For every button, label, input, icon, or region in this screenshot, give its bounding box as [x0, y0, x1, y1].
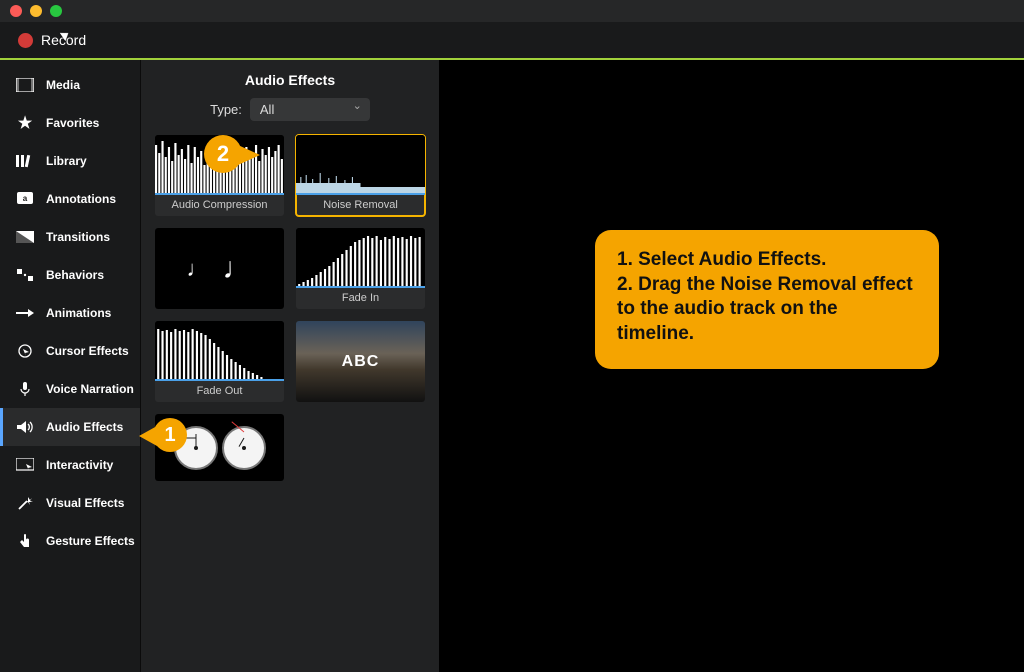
sidebar-item-label: Library	[46, 154, 87, 168]
sidebar: Media ★ Favorites Library a Annotations …	[0, 60, 141, 672]
zoom-window-button[interactable]	[50, 5, 62, 17]
cursor-effects-icon	[16, 342, 34, 360]
effects-type-select[interactable]: All	[250, 98, 370, 121]
sidebar-item-gesture-effects[interactable]: Gesture Effects	[0, 522, 140, 560]
step-number: 2	[217, 141, 229, 167]
sidebar-item-voice-narration[interactable]: Voice Narration	[0, 370, 140, 408]
effect-preview	[296, 135, 425, 195]
clock-icon	[222, 426, 266, 470]
sidebar-item-favorites[interactable]: ★ Favorites	[0, 104, 140, 142]
step-pointer-2: 2	[204, 135, 242, 173]
sidebar-item-behaviors[interactable]: Behaviors	[0, 256, 140, 294]
animations-icon	[16, 304, 34, 322]
sidebar-item-annotations[interactable]: a Annotations	[0, 180, 140, 218]
effect-preview: ABC	[296, 321, 425, 402]
effect-preview: ♩ ♩	[155, 228, 284, 309]
sidebar-item-label: Audio Effects	[46, 420, 123, 434]
sidebar-item-label: Interactivity	[46, 458, 113, 472]
effect-preview	[296, 228, 425, 288]
sidebar-item-media[interactable]: Media	[0, 66, 140, 104]
effect-label: Fade Out	[155, 381, 284, 402]
audio-effects-icon	[16, 418, 34, 436]
media-icon	[16, 76, 34, 94]
music-note-icon: ♩	[187, 256, 209, 282]
behaviors-icon	[16, 266, 34, 284]
instruction-callout: 1. Select Audio Effects. 2. Drag the Noi…	[595, 230, 939, 369]
sidebar-item-label: Voice Narration	[46, 382, 134, 396]
gesture-effects-icon	[16, 532, 34, 550]
library-icon	[16, 152, 34, 170]
effect-pitch[interactable]: ♩ ♩ Pitch	[155, 228, 284, 309]
effect-noise-removal[interactable]: ★ Noise Removal	[296, 135, 425, 216]
effects-type-label: Type:	[210, 102, 242, 117]
sidebar-item-label: Cursor Effects	[46, 344, 129, 358]
sidebar-item-label: Media	[46, 78, 80, 92]
effect-preview	[155, 321, 284, 381]
effects-type-filter: Type: All	[155, 98, 425, 121]
effects-panel: Audio Effects Type: All	[141, 60, 439, 672]
effect-label: Audio Compression	[155, 195, 284, 216]
sidebar-item-audio-effects[interactable]: Audio Effects	[0, 408, 140, 446]
sidebar-item-library[interactable]: Library	[0, 142, 140, 180]
instruction-line: 1. Select Audio Effects.	[617, 249, 826, 270]
sidebar-item-label: Favorites	[46, 116, 99, 130]
sidebar-item-animations[interactable]: Animations	[0, 294, 140, 332]
visual-effects-icon	[16, 494, 34, 512]
annotations-icon: a	[16, 190, 34, 208]
sidebar-item-cursor-effects[interactable]: Cursor Effects	[0, 332, 140, 370]
effect-label: Fade In	[296, 288, 425, 309]
star-icon: ★	[16, 114, 34, 132]
sidebar-item-label: Behaviors	[46, 268, 104, 282]
music-note-icon: ♩	[223, 252, 253, 286]
effect-fade-in[interactable]: Fade In	[296, 228, 425, 309]
window-titlebar	[0, 0, 1024, 22]
captions-preview-text: ABC	[342, 353, 380, 371]
svg-text:a: a	[23, 194, 28, 203]
effect-fade-out[interactable]: Fade Out	[155, 321, 284, 402]
sidebar-item-label: Visual Effects	[46, 496, 124, 510]
sidebar-item-label: Transitions	[46, 230, 110, 244]
transitions-icon	[16, 228, 34, 246]
instruction-line: 2. Drag the Noise Removal effect to the …	[617, 274, 913, 344]
sidebar-item-transitions[interactable]: Transitions	[0, 218, 140, 256]
sidebar-item-label: Animations	[46, 306, 111, 320]
minimize-window-button[interactable]	[30, 5, 42, 17]
sidebar-item-label: Gesture Effects	[46, 534, 135, 548]
sidebar-item-visual-effects[interactable]: Visual Effects	[0, 484, 140, 522]
effects-panel-title: Audio Effects	[155, 68, 425, 98]
voice-narration-icon	[16, 380, 34, 398]
interactivity-icon	[16, 456, 34, 474]
step-pointer-1: 1	[153, 418, 187, 452]
record-dot-icon	[18, 33, 33, 48]
sidebar-item-label: Annotations	[46, 192, 116, 206]
close-window-button[interactable]	[10, 5, 22, 17]
effect-label: Noise Removal	[296, 195, 425, 216]
record-bar: Record	[0, 22, 1024, 60]
sidebar-item-interactivity[interactable]: Interactivity	[0, 446, 140, 484]
effects-grid: Audio Compression ★ Noise Removal	[155, 135, 425, 481]
step-number: 1	[164, 424, 175, 447]
effect-captions[interactable]: ABC Captions	[296, 321, 425, 402]
